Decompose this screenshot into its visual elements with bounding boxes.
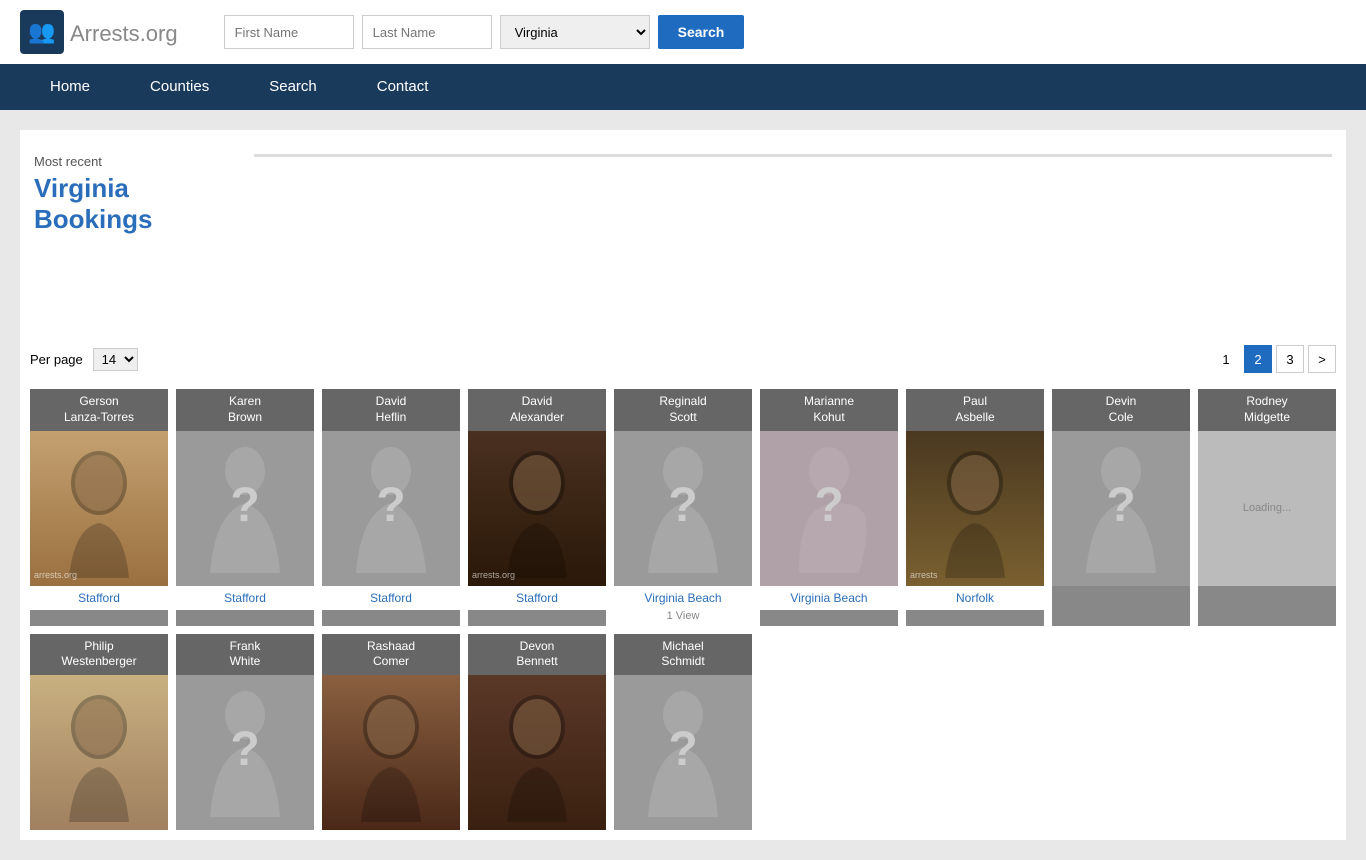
person-location[interactable]: Stafford — [176, 586, 314, 610]
logo-icon: 👥 — [20, 10, 64, 54]
person-photo — [322, 675, 460, 830]
person-photo: arrests.org — [30, 431, 168, 586]
person-photo: ? — [322, 431, 460, 586]
person-name: DevonBennett — [468, 634, 606, 675]
person-card-reginald-scott[interactable]: ReginaldScott ? Virginia Beach1 View — [614, 389, 752, 625]
navigation: Home Counties Search Contact — [0, 64, 1366, 110]
top-divider — [254, 154, 1332, 245]
person-card-paul-asbelle[interactable]: PaulAsbelle arrests Norfolk — [906, 389, 1044, 625]
logo-area: 👥 Arrests.org — [20, 10, 178, 54]
nav-item-search[interactable]: Search — [239, 64, 347, 110]
person-name: MichaelSchmidt — [614, 634, 752, 675]
left-panel: Most recent Virginia Bookings — [34, 144, 254, 245]
person-photo: ? — [1052, 431, 1190, 586]
next-page-button[interactable]: > — [1308, 345, 1336, 373]
state-title: Virginia Bookings — [34, 173, 244, 235]
nav-item-counties[interactable]: Counties — [120, 64, 239, 110]
logo-brand: Arrests — [70, 21, 140, 46]
header-search-form: VirginiaAlabamaAlaskaArizonaArkansasCali… — [224, 15, 745, 49]
person-card-marianne-kohut[interactable]: MarianneKohut ? Virginia Beach — [760, 389, 898, 625]
main-content: Most recent Virginia Bookings Per page 7… — [0, 110, 1366, 860]
page-2-button[interactable]: 2 — [1244, 345, 1272, 373]
person-card-michael-schmidt[interactable]: MichaelSchmidt ? — [614, 634, 752, 830]
person-photo: ? — [760, 431, 898, 586]
logo-suffix: .org — [140, 21, 178, 46]
person-card-frank-white[interactable]: FrankWhite ? — [176, 634, 314, 830]
header: 👥 Arrests.org VirginiaAlabamaAlaskaArizo… — [0, 0, 1366, 64]
person-card-david-alexander[interactable]: DavidAlexander arrests.org Stafford — [468, 389, 606, 625]
person-name: GersonLanza-Torres — [30, 389, 168, 430]
person-photo — [30, 675, 168, 830]
person-card-rashaad-comer[interactable]: RashaadComer — [322, 634, 460, 830]
pagination: 1 2 3 > — [1212, 345, 1336, 373]
person-location[interactable]: Norfolk — [906, 586, 1044, 610]
ad-area — [250, 245, 1332, 325]
person-name: RodneyMidgette — [1198, 389, 1336, 430]
person-name: RashaadComer — [322, 634, 460, 675]
grid-area: Per page 71428 1 2 3 > GersonLanza-Torre… — [20, 335, 1346, 839]
person-photo: ? — [176, 431, 314, 586]
person-location[interactable]: Stafford — [30, 586, 168, 610]
per-page-label: Per page — [30, 352, 83, 367]
person-name: PaulAsbelle — [906, 389, 1044, 430]
person-name: DavidHeflin — [322, 389, 460, 430]
person-photo: arrests — [906, 431, 1044, 586]
person-card-philip-westenberger[interactable]: PhilipWestenberger — [30, 634, 168, 830]
person-views: 1 View — [614, 610, 752, 626]
person-photo — [468, 675, 606, 830]
page-3-button[interactable]: 3 — [1276, 345, 1304, 373]
person-location[interactable]: Virginia Beach — [614, 586, 752, 610]
person-photo: Loading... — [1198, 431, 1336, 586]
person-location[interactable]: Stafford — [468, 586, 606, 610]
person-card-devon-bennett[interactable]: DevonBennett — [468, 634, 606, 830]
person-card-devin-cole[interactable]: DevinCole ? — [1052, 389, 1190, 625]
per-page-control: Per page 71428 — [30, 348, 138, 371]
person-card-david-heflin[interactable]: DavidHeflin ? Stafford — [322, 389, 460, 625]
state-select[interactable]: VirginiaAlabamaAlaskaArizonaArkansasCali… — [500, 15, 650, 49]
person-card-rodney-midgette[interactable]: RodneyMidgetteLoading... — [1198, 389, 1336, 625]
most-recent-label: Most recent — [34, 154, 244, 169]
top-section: Most recent Virginia Bookings — [20, 130, 1346, 245]
person-name: FrankWhite — [176, 634, 314, 675]
person-location[interactable]: Stafford — [322, 586, 460, 610]
person-card-karen-brown[interactable]: KarenBrown ? Stafford — [176, 389, 314, 625]
person-name: ReginaldScott — [614, 389, 752, 430]
person-photo: ? — [614, 675, 752, 830]
person-name: PhilipWestenberger — [30, 634, 168, 675]
first-name-input[interactable] — [224, 15, 354, 49]
last-name-input[interactable] — [362, 15, 492, 49]
person-name: DavidAlexander — [468, 389, 606, 430]
nav-item-home[interactable]: Home — [20, 64, 120, 110]
per-page-bar: Per page 71428 1 2 3 > — [30, 345, 1336, 373]
logo-text: Arrests.org — [70, 15, 178, 49]
nav-item-contact[interactable]: Contact — [347, 64, 459, 110]
person-name: DevinCole — [1052, 389, 1190, 430]
content-box: Most recent Virginia Bookings Per page 7… — [20, 130, 1346, 840]
per-page-select[interactable]: 71428 — [93, 348, 138, 371]
persons-grid: GersonLanza-Torres arrests.org StaffordK… — [30, 389, 1336, 829]
person-photo: ? — [176, 675, 314, 830]
person-photo: arrests.org — [468, 431, 606, 586]
person-name: MarianneKohut — [760, 389, 898, 430]
page-1[interactable]: 1 — [1212, 345, 1240, 373]
search-button[interactable]: Search — [658, 15, 745, 49]
person-card-gerson-lanza-torres[interactable]: GersonLanza-Torres arrests.org Stafford — [30, 389, 168, 625]
person-photo: ? — [614, 431, 752, 586]
person-name: KarenBrown — [176, 389, 314, 430]
person-location[interactable]: Virginia Beach — [760, 586, 898, 610]
